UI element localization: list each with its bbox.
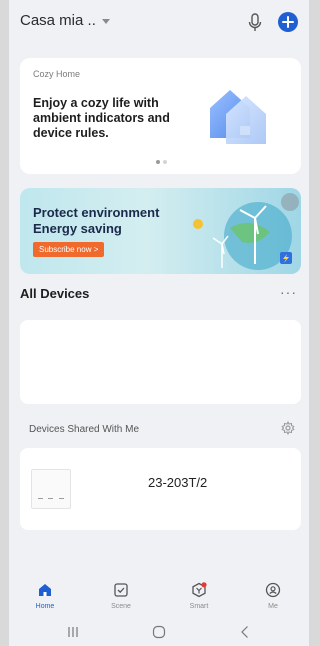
home-icon (39, 584, 51, 596)
bottom-tab-bar: Home Scene Smart Me (9, 576, 309, 616)
all-devices-card (20, 320, 301, 404)
add-device-button[interactable] (278, 12, 298, 32)
smart-icon (192, 582, 207, 598)
tab-home-label: Home (35, 603, 55, 610)
app-screen: Casa mia .. Cozy Home Enjoy a cozy life … (9, 0, 309, 646)
cozy-home-card[interactable]: Cozy Home Enjoy a cozy life with ambient… (20, 58, 301, 174)
home-name: Casa mia .. (20, 12, 96, 29)
tab-smart[interactable]: Smart (171, 576, 227, 616)
back-icon[interactable] (237, 624, 253, 640)
tab-scene[interactable]: Scene (93, 576, 149, 616)
all-devices-title: All Devices (20, 286, 90, 301)
device-name: 23-203T/2 (148, 475, 208, 490)
tab-me-label: Me (268, 603, 278, 610)
top-header: Casa mia .. (9, 0, 309, 48)
subscribe-button[interactable]: Subscribe now > (33, 242, 105, 257)
home-button-icon[interactable] (151, 624, 167, 640)
shared-device-card[interactable]: 23-203T/2 (20, 448, 301, 530)
tab-me[interactable]: Me (245, 576, 301, 616)
more-options-button[interactable]: ··· (280, 284, 297, 300)
carousel-dot-active (156, 160, 160, 164)
microphone-icon[interactable] (246, 12, 264, 34)
wall-switch-icon (31, 469, 71, 509)
cozy-card-text: Enjoy a cozy life with ambient indicator… (33, 96, 170, 140)
carousel-dots (156, 160, 167, 164)
shared-devices-title: Devices Shared With Me (29, 424, 140, 435)
house-illustration-icon (210, 90, 266, 144)
tab-home[interactable]: Home (17, 576, 73, 616)
carousel-dot (163, 160, 167, 164)
tab-scene-label: Scene (111, 603, 131, 610)
energy-saving-banner[interactable]: Protect environment Energy saving Subscr… (20, 188, 301, 274)
tab-smart-label: Smart (189, 603, 209, 610)
wind-turbine-globe-icon (193, 193, 299, 270)
system-navigation-bar (9, 618, 309, 646)
home-selector[interactable]: Casa mia .. (20, 12, 110, 29)
cozy-card-kicker: Cozy Home (33, 69, 81, 79)
banner-title: Protect environment Energy saving (33, 205, 160, 236)
recent-apps-icon[interactable] (65, 624, 81, 640)
chevron-down-icon (101, 19, 110, 24)
gear-icon[interactable] (281, 421, 295, 435)
scene-checkbox-icon (114, 583, 128, 597)
profile-icon (265, 582, 281, 598)
